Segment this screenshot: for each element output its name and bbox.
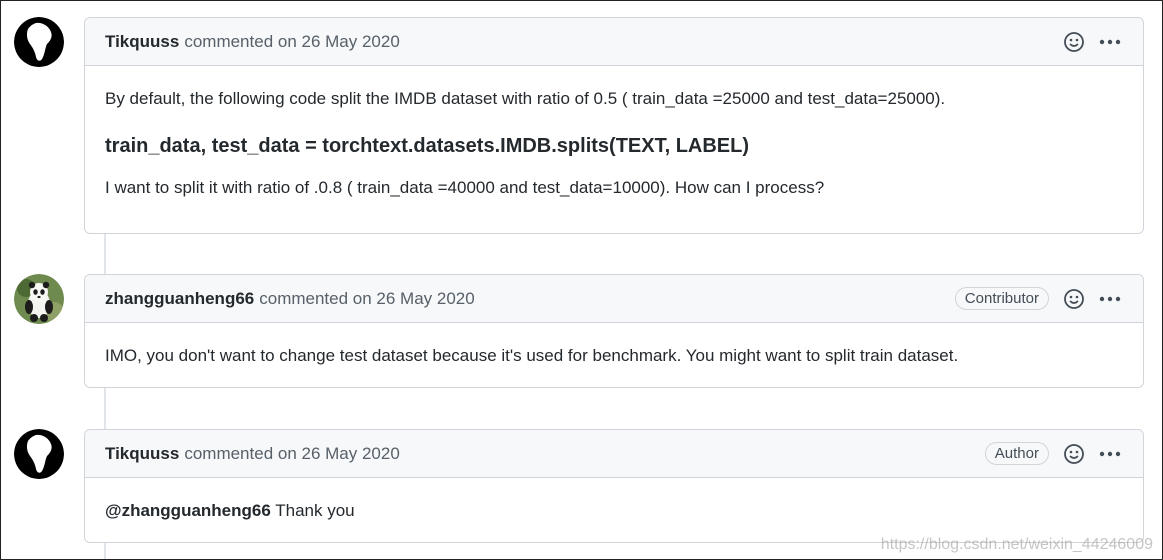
comment-paragraph: IMO, you don't want to change test datas… (105, 346, 959, 365)
comment-body: @zhangguanheng66 Thank you (85, 500, 1143, 522)
comment-text: Thank you (270, 501, 355, 520)
comment-header: Tikquuss commented on 26 May 2020 Author (85, 430, 1143, 478)
comment-paragraph: By default, the following code split the… (105, 89, 946, 108)
comment-header: zhangguanheng66 commented on 26 May 2020… (85, 275, 1143, 323)
comment-body: By default, the following code split the… (85, 88, 1143, 199)
comment-timestamp[interactable]: commented on 26 May 2020 (259, 289, 474, 309)
smiley-icon[interactable] (1063, 443, 1085, 465)
watermark-text: https://blog.csdn.net/weixin_44246009 (880, 536, 1153, 553)
timeline-connector (104, 233, 106, 275)
smiley-icon[interactable] (1063, 288, 1085, 310)
comment-timestamp[interactable]: commented on 26 May 2020 (184, 32, 399, 52)
comment-author[interactable]: zhangguanheng66 (105, 289, 254, 309)
comment-timestamp[interactable]: commented on 26 May 2020 (184, 444, 399, 464)
comment-card: Tikquuss commented on 26 May 2020 Author… (84, 429, 1144, 543)
comment-paragraph: I want to split it with ratio of .0.8 ( … (105, 178, 825, 197)
comment-card: zhangguanheng66 commented on 26 May 2020… (84, 274, 1144, 388)
timeline-connector (104, 542, 106, 560)
avatar-zhangguanheng66[interactable] (14, 274, 64, 324)
comment-author[interactable]: Tikquuss (105, 32, 179, 52)
comment-author[interactable]: Tikquuss (105, 444, 179, 464)
smiley-icon[interactable] (1063, 31, 1085, 53)
kebab-horizontal-icon[interactable] (1097, 443, 1123, 465)
comment-code-heading: train_data, test_data = torchtext.datase… (105, 135, 750, 157)
kebab-horizontal-icon[interactable] (1097, 288, 1123, 310)
avatar-tikquuss[interactable] (14, 17, 64, 67)
comment-card: Tikquuss commented on 26 May 2020 By def… (84, 17, 1144, 234)
comment-paragraph: @zhangguanheng66 Thank you (105, 500, 1123, 522)
kebab-horizontal-icon[interactable] (1097, 31, 1123, 53)
avatar-tikquuss[interactable] (14, 429, 64, 479)
author-badge: Author (984, 442, 1049, 465)
comment-header: Tikquuss commented on 26 May 2020 (85, 18, 1143, 66)
timeline-connector (104, 388, 106, 430)
comment-body: IMO, you don't want to change test datas… (85, 345, 1143, 367)
user-mention-link[interactable]: @zhangguanheng66 (105, 501, 271, 520)
contributor-badge: Contributor (954, 287, 1049, 310)
